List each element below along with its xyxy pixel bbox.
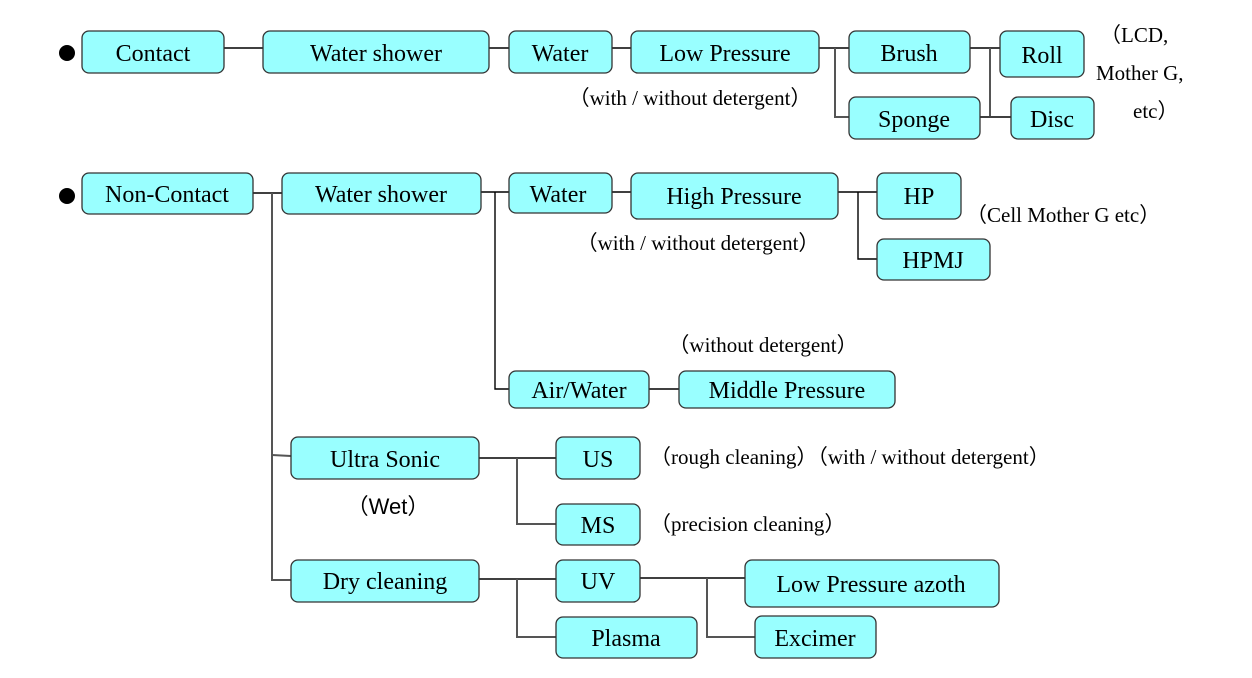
us-note: （rough cleaning）（with / without detergen… [650, 445, 1050, 469]
connector [516, 458, 556, 525]
node-label: Ultra Sonic [330, 447, 440, 473]
node-label: Water [532, 41, 589, 67]
connector [271, 454, 292, 457]
node-low-pressure[interactable]: Low Pressure [630, 30, 820, 74]
node-hp[interactable]: HP [876, 172, 962, 220]
hp-note: （Cell Mother G etc） [966, 203, 1160, 227]
node-excimer[interactable]: Excimer [754, 615, 877, 659]
node-brush[interactable]: Brush [848, 30, 971, 74]
connector [516, 579, 556, 638]
low-pressure-note: （with / without detergent） [569, 86, 812, 110]
node-low-pressure-azoth[interactable]: Low Pressure azoth [744, 559, 1000, 608]
node-non-contact-water[interactable]: Water [508, 172, 613, 214]
node-air-water[interactable]: Air/Water [508, 370, 650, 409]
node-middle-pressure[interactable]: Middle Pressure [678, 370, 896, 409]
connector [834, 48, 849, 118]
node-contact[interactable]: Contact [81, 30, 225, 74]
node-us[interactable]: US [555, 436, 641, 480]
high-pressure-note: （with / without detergent） [577, 231, 820, 255]
node-label: Water [530, 182, 587, 208]
bullet-contact-icon [59, 45, 75, 61]
node-hpmj[interactable]: HPMJ [876, 238, 991, 281]
node-label: HPMJ [902, 248, 963, 274]
node-label: UV [581, 569, 616, 595]
node-label: Plasma [591, 626, 661, 652]
node-label: High Pressure [666, 184, 801, 210]
cleaning-tree-diagram: Contact Water shower Water Low Pressure … [59, 23, 1184, 659]
node-label: Water shower [310, 41, 442, 67]
ms-note: （precision cleaning） [650, 512, 845, 536]
connector [271, 193, 291, 581]
node-label: Excimer [774, 626, 855, 652]
node-label: Low Pressure azoth [776, 572, 965, 598]
node-disc[interactable]: Disc [1010, 96, 1095, 140]
node-high-pressure[interactable]: High Pressure [630, 172, 839, 220]
node-dry-cleaning[interactable]: Dry cleaning [290, 559, 480, 603]
node-label: HP [904, 184, 935, 210]
roll-note: （LCD, Mother G, etc） [1096, 23, 1184, 123]
node-label: US [583, 447, 614, 473]
node-roll[interactable]: Roll [999, 30, 1085, 78]
node-label: Air/Water [531, 378, 626, 404]
connector [494, 192, 509, 390]
node-label: Brush [880, 41, 937, 67]
roll-note-line: Mother G, [1096, 61, 1184, 85]
node-label: Contact [116, 41, 191, 67]
node-label: Water shower [315, 182, 447, 208]
node-label: Dry cleaning [323, 569, 448, 595]
node-non-contact[interactable]: Non-Contact [81, 172, 254, 215]
connector [857, 192, 877, 260]
node-plasma[interactable]: Plasma [555, 616, 698, 659]
node-non-contact-water-shower[interactable]: Water shower [281, 172, 482, 215]
node-label: Middle Pressure [709, 378, 866, 404]
roll-note-line: etc） [1133, 99, 1178, 123]
middle-pressure-note: （without detergent） [668, 333, 857, 357]
node-uv[interactable]: UV [555, 559, 641, 603]
node-label: Disc [1030, 107, 1074, 133]
node-label: Low Pressure [659, 41, 790, 67]
node-label: Sponge [878, 107, 950, 133]
node-contact-water-shower[interactable]: Water shower [262, 30, 490, 74]
node-ms[interactable]: MS [555, 503, 641, 546]
ultra-sonic-note: （Wet） [347, 494, 430, 519]
node-sponge[interactable]: Sponge [848, 96, 981, 140]
roll-note-line: （LCD, [1100, 23, 1168, 47]
bullet-non-contact-icon [59, 188, 75, 204]
node-label: MS [581, 513, 616, 539]
node-ultra-sonic[interactable]: Ultra Sonic [290, 436, 480, 480]
node-label: Roll [1021, 43, 1063, 69]
node-label: Non-Contact [105, 182, 229, 208]
node-contact-water[interactable]: Water [508, 30, 613, 74]
